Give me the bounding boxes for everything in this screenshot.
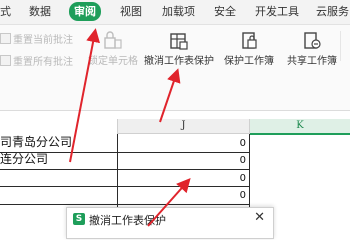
menu-item-data[interactable]: 数据 bbox=[29, 3, 51, 20]
ribbon-overflow bbox=[340, 31, 350, 61]
unprotect-sheet-dialog: S 撤消工作表保护 ✕ bbox=[66, 207, 274, 239]
cell-company-name[interactable] bbox=[0, 169, 117, 185]
menu-item-developer[interactable]: 开发工具 bbox=[255, 3, 299, 20]
reset-all-comments-label: 重置所有批注 bbox=[13, 57, 73, 68]
comment-icon bbox=[0, 55, 11, 66]
reset-current-comment-label: 重置当前批注 bbox=[13, 35, 73, 46]
protect-workbook-icon bbox=[242, 32, 257, 49]
lock-cell-label: 锁定单元格 bbox=[88, 56, 138, 67]
protect-workbook-label: 保护工作簿 bbox=[224, 56, 274, 67]
unprotect-sheet-icon bbox=[170, 33, 188, 50]
menu-item-security[interactable]: 安全 bbox=[214, 3, 236, 20]
column-divider bbox=[117, 119, 118, 134]
menu-item-cloud[interactable]: 云服务 bbox=[316, 3, 349, 20]
cell-company-name[interactable] bbox=[0, 186, 117, 202]
cell-value[interactable]: 0 bbox=[118, 153, 246, 169]
column-header-j[interactable]: J bbox=[118, 119, 249, 134]
lock-cell-icon bbox=[104, 31, 122, 49]
reset-all-comments-button[interactable]: 重置所有批注 bbox=[0, 55, 73, 69]
lock-cell-button[interactable]: 锁定单元格 bbox=[88, 31, 138, 69]
cell-value[interactable]: 0 bbox=[118, 136, 246, 152]
column-header-k[interactable]: K bbox=[250, 119, 350, 135]
menu-item-view[interactable]: 视图 bbox=[120, 3, 142, 20]
cell-value[interactable]: 0 bbox=[118, 188, 246, 204]
app-logo-icon: S bbox=[73, 213, 85, 225]
unprotect-sheet-label: 撤消工作表保护 bbox=[144, 56, 214, 67]
menu-item-addins[interactable]: 加载项 bbox=[162, 3, 195, 20]
share-workbook-icon bbox=[304, 32, 321, 49]
cell-company-name[interactable]: 连分公司 bbox=[0, 151, 117, 167]
cell-company-name[interactable]: 司青岛分公司 bbox=[0, 134, 117, 150]
menu-item-format[interactable]: 式 bbox=[0, 3, 11, 20]
column-divider bbox=[249, 119, 250, 134]
review-ribbon: 重置当前批注 重置所有批注 锁定单元格 撤消工作表保护 保护工作簿 共享工作簿 bbox=[0, 25, 350, 111]
protect-workbook-button[interactable]: 保护工作簿 bbox=[218, 31, 280, 69]
unprotect-sheet-button[interactable]: 撤消工作表保护 bbox=[142, 31, 216, 69]
close-icon[interactable]: ✕ bbox=[254, 210, 265, 225]
dialog-title: 撤消工作表保护 bbox=[89, 214, 166, 227]
share-workbook-label: 共享工作簿 bbox=[287, 56, 337, 67]
reset-current-comment-button[interactable]: 重置当前批注 bbox=[0, 33, 73, 47]
comment-icon bbox=[0, 33, 11, 44]
menu-item-review[interactable]: 审阅 bbox=[69, 2, 101, 21]
cell-value[interactable]: 0 bbox=[118, 171, 246, 187]
share-workbook-button[interactable]: 共享工作簿 bbox=[282, 31, 342, 69]
menu-bar: 式 数据 审阅 视图 加载项 安全 开发工具 云服务 bbox=[0, 0, 350, 25]
